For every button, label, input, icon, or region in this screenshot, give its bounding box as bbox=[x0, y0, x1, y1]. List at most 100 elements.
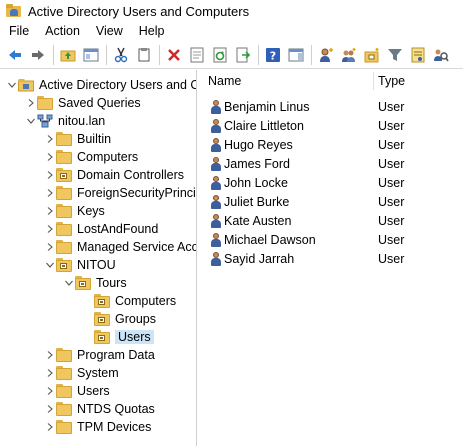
title-bar: Active Directory Users and Computers bbox=[0, 0, 463, 22]
chevron-down-icon[interactable] bbox=[63, 277, 75, 289]
new-ou-button[interactable] bbox=[361, 44, 383, 66]
tree-item[interactable]: Builtin bbox=[44, 130, 111, 148]
chevron-right-icon[interactable] bbox=[44, 421, 56, 433]
tree-item[interactable]: Program Data bbox=[44, 346, 155, 364]
folder-icon bbox=[56, 132, 72, 146]
menu-help[interactable]: Help bbox=[131, 22, 173, 41]
delete-button[interactable] bbox=[163, 44, 185, 66]
forward-button[interactable] bbox=[27, 44, 49, 66]
chevron-right-icon[interactable] bbox=[44, 169, 56, 181]
chevron-down-icon[interactable] bbox=[6, 79, 18, 91]
console-tree[interactable]: Active Directory Users and Com Saved Quer… bbox=[0, 70, 197, 446]
user-type: User bbox=[378, 194, 405, 209]
list-item[interactable]: Hugo Reyes User bbox=[208, 135, 458, 154]
folder-icon bbox=[56, 384, 72, 398]
column-header-type[interactable]: Type bbox=[378, 70, 458, 92]
tree-item[interactable]: nitou.lan bbox=[25, 112, 105, 130]
toolbar: ? bbox=[0, 42, 463, 69]
list-item[interactable]: Juliet Burke User bbox=[208, 192, 458, 211]
copy-button[interactable] bbox=[133, 44, 155, 66]
show-console-tree-button[interactable] bbox=[80, 44, 102, 66]
show-action-pane-button[interactable] bbox=[285, 44, 307, 66]
properties-button[interactable] bbox=[186, 44, 208, 66]
new-group-button[interactable] bbox=[338, 44, 360, 66]
user-type: User bbox=[378, 213, 405, 228]
tree-item[interactable]: TPM Devices bbox=[44, 418, 151, 436]
user-icon bbox=[208, 118, 224, 134]
list-item[interactable]: Benjamin Linus User bbox=[208, 97, 458, 116]
find-button[interactable] bbox=[430, 44, 452, 66]
details-pane[interactable]: Name Type Benjamin Linus User Claire Littl… bbox=[200, 70, 463, 446]
tree-item[interactable]: Users bbox=[82, 328, 154, 346]
list-item[interactable]: Sayid Jarrah User bbox=[208, 249, 458, 268]
refresh-icon bbox=[213, 47, 227, 63]
tree-item[interactable]: Saved Queries bbox=[25, 94, 141, 112]
menu-view[interactable]: View bbox=[88, 22, 131, 41]
back-button[interactable] bbox=[4, 44, 26, 66]
delete-icon bbox=[168, 49, 180, 61]
folder-icon bbox=[56, 348, 72, 362]
tree-item[interactable]: LostAndFound bbox=[44, 220, 158, 238]
user-name: Juliet Burke bbox=[224, 194, 290, 209]
add-to-group-button[interactable] bbox=[407, 44, 429, 66]
chevron-right-icon[interactable] bbox=[44, 151, 56, 163]
tree-item-label: Active Directory Users and Com bbox=[39, 78, 196, 92]
tree-item[interactable]: Managed Service Accoun bbox=[44, 238, 196, 256]
tree-item[interactable]: System bbox=[44, 364, 119, 382]
new-user-button[interactable] bbox=[315, 44, 337, 66]
chevron-right-icon[interactable] bbox=[44, 241, 56, 253]
toolbar-separator bbox=[159, 45, 160, 65]
ou-folder-icon bbox=[94, 330, 110, 344]
user-icon bbox=[208, 137, 224, 153]
tree-item[interactable]: NITOU bbox=[44, 256, 116, 274]
tree-item[interactable]: Computers bbox=[44, 148, 138, 166]
tree-item[interactable]: Domain Controllers bbox=[44, 166, 184, 184]
chevron-right-icon[interactable] bbox=[44, 187, 56, 199]
folder-icon bbox=[56, 420, 72, 434]
menu-file[interactable]: File bbox=[0, 22, 37, 41]
list-item[interactable]: John Locke User bbox=[208, 173, 458, 192]
user-icon bbox=[208, 232, 224, 248]
list-item[interactable]: Kate Austen User bbox=[208, 211, 458, 230]
export-list-icon bbox=[236, 47, 251, 63]
refresh-button[interactable] bbox=[209, 44, 231, 66]
tree-item[interactable]: Keys bbox=[44, 202, 105, 220]
tree-item-label: System bbox=[77, 366, 119, 380]
tree-item[interactable]: Users bbox=[44, 382, 110, 400]
list-item[interactable]: James Ford User bbox=[208, 154, 458, 173]
chevron-right-icon[interactable] bbox=[25, 97, 37, 109]
chevron-right-icon[interactable] bbox=[44, 385, 56, 397]
chevron-right-icon[interactable] bbox=[44, 205, 56, 217]
list-item[interactable]: Claire Littleton User bbox=[208, 116, 458, 135]
chevron-down-icon[interactable] bbox=[44, 259, 56, 271]
help-button[interactable]: ? bbox=[262, 44, 284, 66]
tree-item[interactable]: NTDS Quotas bbox=[44, 400, 155, 418]
chevron-down-icon[interactable] bbox=[25, 115, 37, 127]
user-name: Benjamin Linus bbox=[224, 99, 310, 114]
chevron-right-icon[interactable] bbox=[44, 133, 56, 145]
cut-button[interactable] bbox=[110, 44, 132, 66]
tree-item[interactable]: ForeignSecurityPrincipals bbox=[44, 184, 196, 202]
svg-text:?: ? bbox=[270, 50, 276, 63]
filter-button[interactable] bbox=[384, 44, 406, 66]
tree-item[interactable]: Active Directory Users and Com bbox=[6, 76, 196, 94]
tree-item-label: Groups bbox=[115, 312, 156, 326]
column-header-name[interactable]: Name bbox=[208, 70, 378, 92]
chevron-right-icon[interactable] bbox=[44, 223, 56, 235]
tree-item[interactable]: Groups bbox=[82, 310, 156, 328]
chevron-right-icon[interactable] bbox=[44, 367, 56, 379]
back-arrow-icon bbox=[9, 50, 21, 60]
toolbar-separator bbox=[258, 45, 259, 65]
filter-icon bbox=[388, 49, 402, 61]
chevron-right-icon[interactable] bbox=[44, 403, 56, 415]
up-folder-icon bbox=[60, 50, 76, 62]
export-list-button[interactable] bbox=[232, 44, 254, 66]
up-one-level-button[interactable] bbox=[57, 44, 79, 66]
tree-item-label: ForeignSecurityPrincipals bbox=[77, 186, 196, 200]
list-item[interactable]: Michael Dawson User bbox=[208, 230, 458, 249]
chevron-right-icon[interactable] bbox=[44, 349, 56, 361]
tree-item[interactable]: Tours bbox=[63, 274, 127, 292]
menu-action[interactable]: Action bbox=[37, 22, 88, 41]
column-separator[interactable] bbox=[373, 72, 374, 90]
tree-item[interactable]: Computers bbox=[82, 292, 176, 310]
